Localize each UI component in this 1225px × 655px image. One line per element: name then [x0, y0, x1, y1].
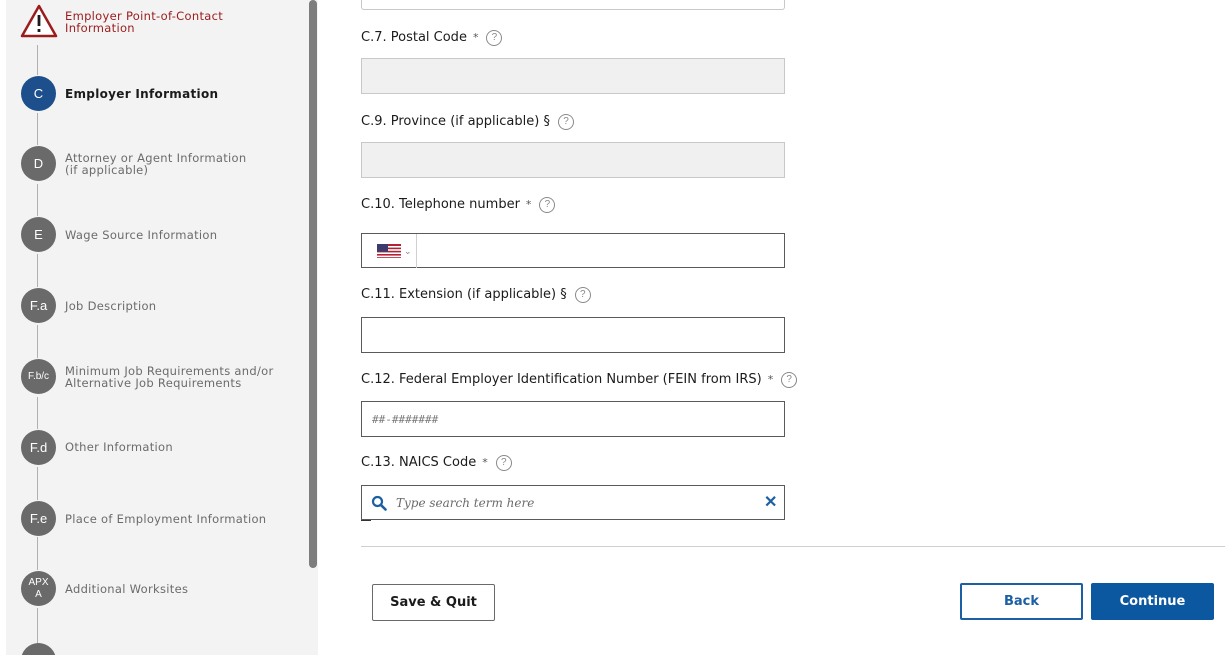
form-divider	[361, 546, 1225, 547]
step-badge: F.e	[21, 501, 56, 536]
naics-label-text: C.13. NAICS Code	[361, 455, 477, 470]
step-connector	[37, 184, 38, 216]
extension-input[interactable]	[361, 317, 785, 353]
step-connector	[37, 467, 38, 500]
step-badge: APX A	[21, 571, 56, 606]
sidebar-step-label: Additional Worksites	[65, 582, 189, 596]
telephone-input[interactable]: ⌄	[361, 233, 785, 268]
telephone-label-text: C.10. Telephone number	[361, 197, 520, 212]
help-icon[interactable]: ?	[486, 30, 503, 46]
sidebar-step-label: Minimum Job Requirements and/or Alternat…	[65, 364, 274, 390]
step-badge: F.b/c	[21, 359, 56, 394]
postal-code-input[interactable]	[361, 58, 785, 94]
step-connector	[37, 537, 38, 570]
province-label-text: C.9. Province (if applicable) §	[361, 114, 550, 129]
step-badge: F.d	[21, 430, 56, 465]
country-selector[interactable]: ⌄	[362, 234, 417, 268]
continue-button[interactable]: Continue	[1091, 583, 1214, 620]
telephone-label: C.10. Telephone number * ?	[361, 197, 556, 213]
help-icon[interactable]: ?	[539, 197, 556, 213]
province-field[interactable]	[362, 143, 784, 177]
search-icon	[371, 495, 387, 511]
fein-label: C.12. Federal Employer Identification Nu…	[361, 372, 798, 388]
postal-code-field[interactable]	[362, 59, 784, 93]
required-marker: *	[482, 456, 488, 469]
sidebar-scrollbar[interactable]	[309, 0, 317, 568]
warning-icon	[20, 4, 58, 38]
province-input[interactable]	[361, 142, 785, 178]
step-badge	[21, 643, 56, 655]
sidebar-step-label: Place of Employment Information	[65, 512, 267, 526]
save-quit-button[interactable]: Save & Quit	[372, 584, 495, 621]
step-connector	[37, 45, 38, 75]
back-button[interactable]: Back	[960, 583, 1083, 620]
postal-code-label-text: C.7. Postal Code	[361, 30, 467, 45]
required-marker: *	[767, 373, 774, 386]
fein-field[interactable]	[362, 402, 784, 436]
previous-field-input[interactable]	[361, 0, 785, 10]
postal-code-label: C.7. Postal Code * ?	[361, 30, 503, 46]
extension-label: C.11. Extension (if applicable) § ?	[361, 287, 591, 303]
required-marker: *	[525, 198, 532, 211]
sidebar-step-label: Employer Information	[65, 87, 219, 101]
extension-label-text: C.11. Extension (if applicable) §	[361, 287, 567, 302]
clear-icon[interactable]: ✕	[764, 494, 777, 512]
progress-sidebar: Employer Point-of-Contact Information C …	[0, 0, 318, 655]
step-badge: E	[21, 217, 56, 252]
help-icon[interactable]: ?	[495, 455, 512, 471]
chevron-down-icon: ⌄	[404, 245, 412, 256]
step-connector	[37, 608, 38, 644]
step-connector	[37, 113, 38, 145]
naics-search[interactable]: ✕	[361, 485, 785, 520]
step-badge: C	[21, 76, 56, 111]
telephone-field[interactable]	[418, 234, 784, 267]
naics-label: C.13. NAICS Code * ?	[361, 455, 512, 471]
fein-label-text: C.12. Federal Employer Identification Nu…	[361, 372, 762, 387]
step-connector	[37, 325, 38, 358]
step-badge: F.a	[21, 288, 56, 323]
sidebar-step-label: Employer Point-of-Contact Information	[65, 9, 224, 35]
help-icon[interactable]: ?	[781, 372, 798, 388]
required-marker: *	[472, 31, 479, 44]
input-underline	[361, 520, 371, 521]
sidebar-step-label: Job Description	[65, 299, 157, 313]
step-connector	[37, 254, 38, 287]
fein-input[interactable]	[361, 401, 785, 437]
province-label: C.9. Province (if applicable) § ?	[361, 114, 574, 130]
help-icon[interactable]: ?	[557, 114, 574, 130]
sidebar-step-label: Wage Source Information	[65, 228, 218, 242]
extension-field[interactable]	[362, 318, 784, 352]
sidebar-step-label: Other Information	[65, 440, 173, 454]
sidebar-edge	[0, 0, 6, 655]
naics-search-field[interactable]	[388, 486, 748, 519]
help-icon[interactable]: ?	[574, 287, 591, 303]
us-flag-icon	[377, 244, 401, 258]
step-badge: D	[21, 146, 56, 181]
sidebar-step-label: Attorney or Agent Information (if applic…	[65, 151, 247, 177]
step-connector	[37, 397, 38, 429]
